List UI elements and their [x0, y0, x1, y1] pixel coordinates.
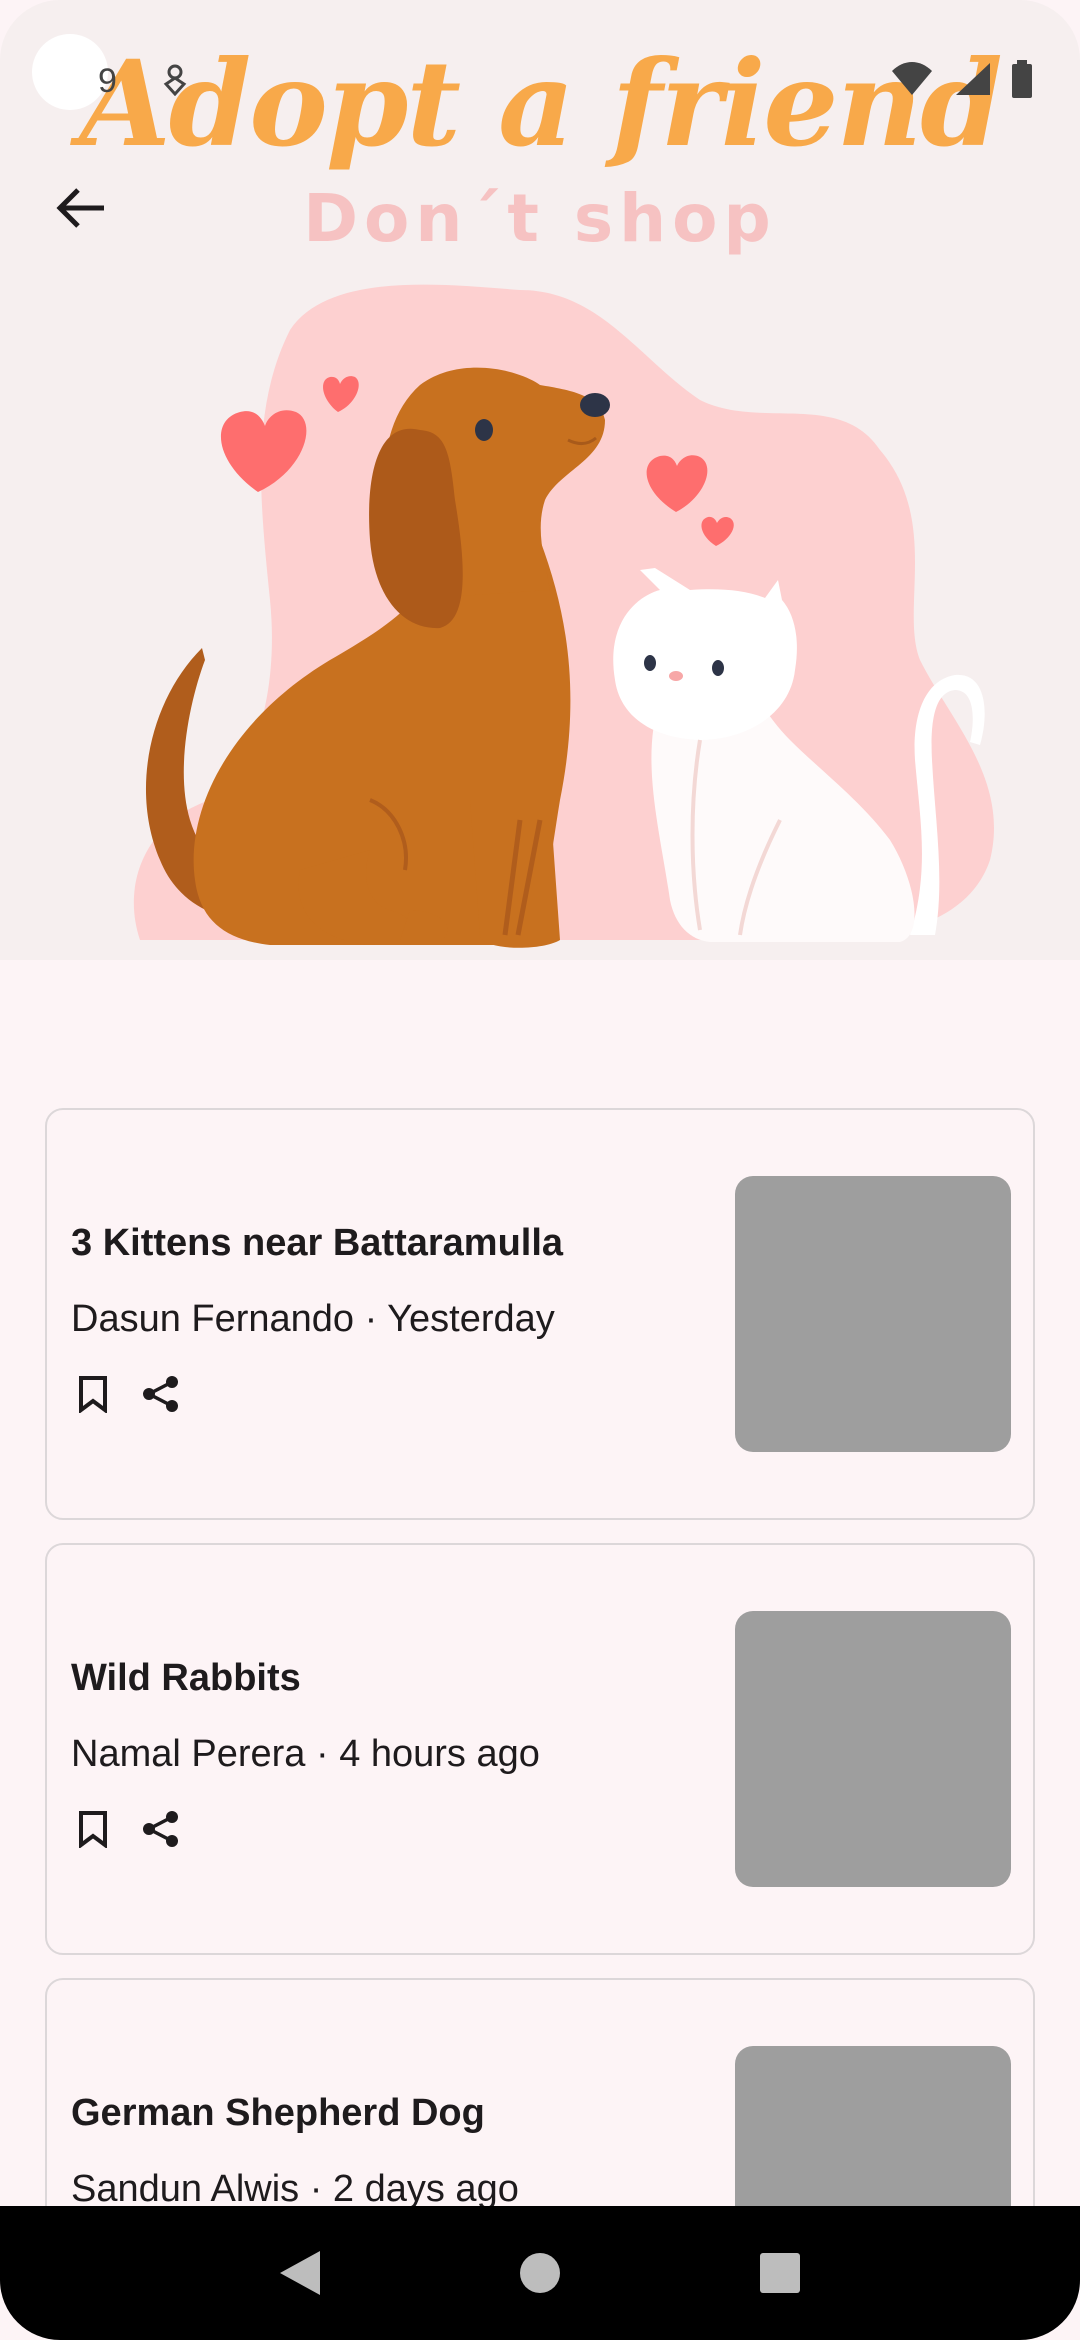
battery-icon [1012, 60, 1032, 98]
home-circle-icon [520, 2253, 560, 2293]
listing-title: Wild Rabbits [71, 1657, 301, 1699]
share-button[interactable] [139, 1807, 183, 1851]
listing-meta: Namal Perera · 4 hours ago [71, 1733, 540, 1775]
listing-title: German Shepherd Dog [71, 2092, 485, 2134]
listing-card[interactable]: 3 Kittens near Battaramulla Dasun Fernan… [45, 1108, 1035, 1520]
status-bar: 9 [0, 34, 1080, 130]
card-actions [71, 1372, 183, 1416]
share-icon [143, 1376, 178, 1412]
wifi-icon [892, 62, 932, 95]
recents-square-icon [760, 2253, 800, 2293]
signal-icon [956, 63, 990, 95]
listing-meta: Sandun Alwis · 2 days ago [71, 2168, 519, 2210]
share-button[interactable] [139, 1372, 183, 1416]
back-button[interactable] [40, 168, 120, 248]
bookmark-button[interactable] [71, 1807, 115, 1851]
status-icons [890, 60, 1034, 98]
bookmark-icon [79, 1811, 107, 1848]
notification-icon [163, 64, 187, 96]
hero-subtitle: Don´t shop [303, 180, 777, 257]
status-time: 9 [98, 62, 117, 100]
arrow-left-icon [56, 188, 104, 228]
camera-cutout [32, 34, 108, 110]
listing-title: 3 Kittens near Battaramulla [71, 1222, 564, 1264]
bookmark-button[interactable] [71, 1372, 115, 1416]
listing-meta: Dasun Fernando · Yesterday [71, 1298, 555, 1340]
card-actions [71, 1807, 183, 1851]
listing-thumbnail [735, 1611, 1011, 1887]
app-screen: Adopt a friend Don´t shop 9 3 Kittens ne… [0, 0, 1080, 2340]
nav-home-button[interactable] [510, 2243, 570, 2303]
nav-recents-button[interactable] [750, 2243, 810, 2303]
nav-back-button[interactable] [270, 2243, 330, 2303]
listing-thumbnail [735, 1176, 1011, 1452]
back-triangle-icon [280, 2251, 320, 2295]
system-nav-bar [0, 2206, 1080, 2340]
share-icon [143, 1811, 178, 1847]
listing-card[interactable]: Wild Rabbits Namal Perera · 4 hours ago [45, 1543, 1035, 1955]
bookmark-icon [79, 1376, 107, 1413]
hero-banner: Adopt a friend Don´t shop [0, 0, 1080, 960]
